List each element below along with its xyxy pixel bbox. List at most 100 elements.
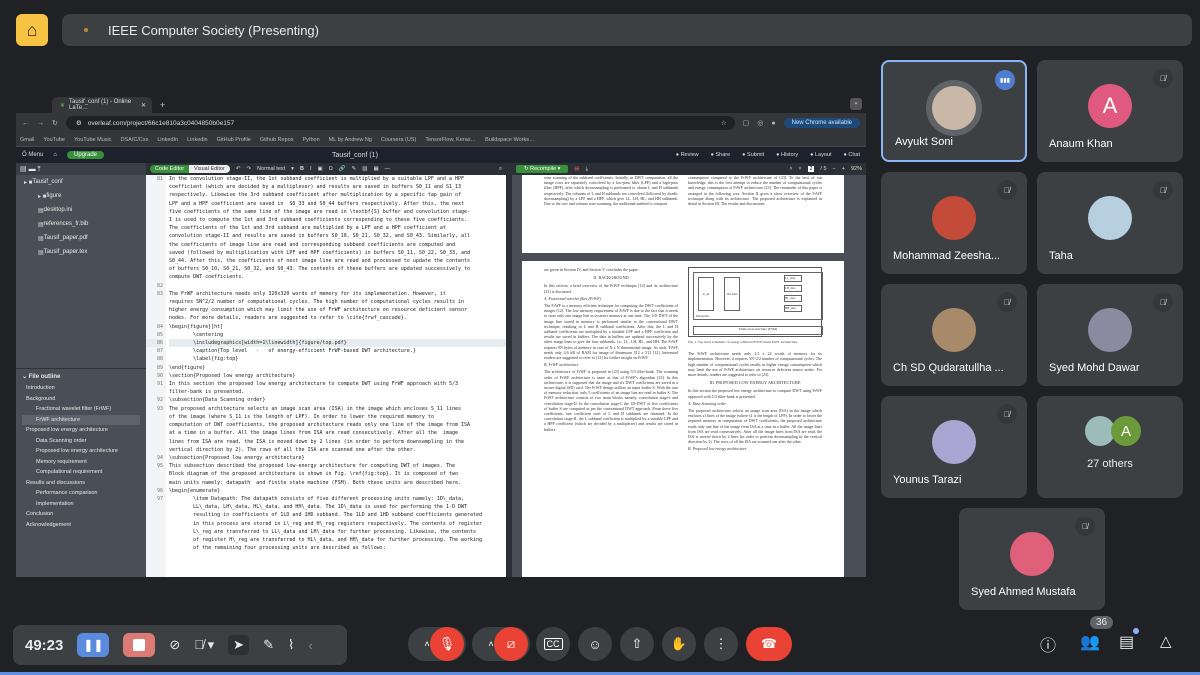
code-line[interactable]: LL\_data, LH\_data, HL\_data, and HH\_da… <box>169 503 506 511</box>
page-number-input[interactable]: 2 <box>807 166 815 172</box>
bookmark-item[interactable]: Gmail <box>20 137 34 143</box>
code-line[interactable]: of buffers S0_10, S0_21, S0_32, and S0_4… <box>169 265 506 273</box>
undo-icon[interactable]: ↶ <box>236 166 241 172</box>
download-pdf-icon[interactable]: ⤓ <box>586 166 588 173</box>
participant-tile[interactable]: A 27 others <box>1037 396 1183 498</box>
outline-item[interactable]: Proposed low energy architecture <box>22 446 140 457</box>
bookmark-star-icon[interactable]: ☆ <box>721 119 727 127</box>
forward-icon[interactable]: → <box>37 120 44 127</box>
outline-item[interactable]: Fractional wavelet filter (FrWF) <box>22 404 140 415</box>
outline-item[interactable]: Performance comparison <box>22 488 140 499</box>
stop-recording-button[interactable] <box>123 633 156 657</box>
outline-item[interactable]: Acknowledgement <box>22 520 140 531</box>
profile-avatar[interactable]: ● <box>771 120 775 127</box>
code-line[interactable]: \section{Proposed low energy architectur… <box>169 372 506 380</box>
microphone-toggle[interactable]: 🎙 <box>430 627 464 661</box>
code-line[interactable]: The FrWF architecture needs only 320x320… <box>169 290 506 298</box>
code-line[interactable]: L\_reg are transferred to LL\_data and L… <box>169 528 506 536</box>
code-line[interactable]: five coefficients of the same line of th… <box>169 208 506 216</box>
topbar-submit-button[interactable]: ● Submit <box>742 152 764 158</box>
code-line[interactable]: of the remaining four processing units a… <box>169 544 506 552</box>
chat-button[interactable]: ▤ <box>1119 632 1134 652</box>
code-area[interactable]: 81 82 83 84 85 86 87 88 89 90 91 92 93 94 95 96 97 … <box>146 175 506 577</box>
code-line[interactable]: at a time in a buffer. All the image lin… <box>169 429 506 437</box>
extension-icon[interactable]: ▢ <box>743 119 750 127</box>
code-line[interactable]: In the convolution stage-II, the 1st sub… <box>169 175 506 183</box>
outline-item[interactable]: Computational requirement <box>22 467 140 478</box>
topbar-review-button[interactable]: ● Review <box>676 152 699 158</box>
visual-editor-tab[interactable]: Visual Editor <box>189 165 230 173</box>
upload-icon[interactable]: ⤒ <box>38 166 41 173</box>
code-line[interactable]: compute DWT coefficients. <box>169 273 506 281</box>
end-call-button[interactable]: ☎ <box>746 627 792 661</box>
file-tree-item[interactable]: ▤ desktop.ini <box>16 203 146 217</box>
text-style-select[interactable]: Normal text <box>257 166 285 172</box>
math-icon[interactable]: ▣ <box>317 166 322 172</box>
project-title[interactable]: Tausif_conf (1) <box>332 152 378 159</box>
participant-tile[interactable]: Mohammad Zeesha... 🎙̸ <box>881 172 1027 274</box>
new-file-icon[interactable]: ▤ <box>20 166 27 173</box>
bookmark-item[interactable]: ML by Andrew Ng <box>329 137 372 143</box>
pointer-icon[interactable]: ➤ <box>228 635 250 655</box>
code-line[interactable]: \item Datapath: The datapath consists of… <box>169 495 506 503</box>
participant-tile[interactable]: A Anaum Khan 🎙̸ <box>1037 60 1183 162</box>
file-tree-item[interactable]: ▸ ■ Tausif_conf <box>16 175 146 189</box>
broom-icon[interactable]: ⌇ <box>288 637 294 653</box>
bookmark-item[interactable]: LinkedIn <box>157 137 178 143</box>
outline-item[interactable]: Background <box>22 394 140 405</box>
outline-item[interactable]: Memory requirement <box>22 457 140 468</box>
code-line[interactable]: main units namely: datapath and finite s… <box>169 479 506 487</box>
raise-hand-button[interactable]: ✋ <box>662 627 696 661</box>
code-line[interactable]: computation of DWT coefficients, the pro… <box>169 421 506 429</box>
code-line[interactable]: lines from ISA are read, the ISA is move… <box>169 438 506 446</box>
url-bar[interactable]: ⚙ overleaf.com/project/66c1e810a3c040485… <box>65 116 735 130</box>
italic-icon[interactable]: I <box>310 166 312 172</box>
participant-tile[interactable]: Syed Mohd Dawar 🎙̸ <box>1037 284 1183 386</box>
camera-toggle[interactable]: ⧄ <box>494 627 528 661</box>
file-tree-item[interactable]: ▤ references_fr.bib <box>16 217 146 231</box>
code-editor-tab[interactable]: Code Editor <box>150 165 190 173</box>
reload-icon[interactable]: ↻ <box>52 119 58 127</box>
zoom-out-icon[interactable]: − <box>833 166 836 172</box>
activities-button[interactable]: △ <box>1160 632 1172 650</box>
recompile-button[interactable]: ↻ Recompile ▾ <box>516 165 569 173</box>
code-line[interactable]: higher energy consumption which may limi… <box>169 306 506 314</box>
new-tab-icon[interactable]: + <box>160 100 165 110</box>
code-line[interactable]: filter-bank is presented. <box>169 388 506 396</box>
bookmark-item[interactable]: GitHub Profile <box>217 137 251 143</box>
topbar-history-button[interactable]: ● History <box>776 152 798 158</box>
back-icon[interactable]: ← <box>22 120 29 127</box>
camera-off-icon[interactable]: ⊘ <box>169 637 180 653</box>
outline-item[interactable]: Introduction <box>22 383 140 394</box>
code-line[interactable]: \centering <box>169 331 506 339</box>
code-line[interactable]: This subsection described the proposed l… <box>169 462 506 470</box>
redo-icon[interactable]: ↷ <box>246 166 251 172</box>
image-icon[interactable]: ▨ <box>362 166 367 172</box>
mic-off-icon[interactable]: 🎙̸ ▾ <box>194 637 214 653</box>
code-line[interactable]: the coefficients of image line are read … <box>169 241 506 249</box>
file-tree-item[interactable]: ▸ ■ figure <box>16 189 146 203</box>
extensions-puzzle-icon[interactable]: ◎ <box>757 119 763 127</box>
more-icon[interactable]: — <box>385 166 391 172</box>
code-line[interactable]: \label{fig:top} <box>169 355 506 363</box>
code-line[interactable]: I is used to compute the 1st and 3rd sub… <box>169 216 506 224</box>
bookmark-item[interactable]: YouTube <box>43 137 65 143</box>
tab-search-icon[interactable]: ⌄ <box>850 98 862 110</box>
code-line[interactable]: \subsection{Proposed low energy architec… <box>169 454 506 462</box>
file-tree-item[interactable]: ▤ Tausif_paper.tex <box>16 245 146 259</box>
prev-page-icon[interactable]: ˄ <box>789 166 792 172</box>
site-info-icon[interactable]: ⚙ <box>76 119 82 127</box>
zoom-level-select[interactable]: 92% <box>851 166 862 172</box>
bookmark-item[interactable]: YouTube Music <box>74 137 112 143</box>
outline-item[interactable]: Conclusion <box>22 509 140 520</box>
code-line[interactable]: \begin{enumerate} <box>169 487 506 495</box>
present-button[interactable]: ⇧ <box>620 627 654 661</box>
code-line[interactable]: S0_44. After this, the coefficients of n… <box>169 257 506 265</box>
code-line[interactable]: \includegraphics[width=1\linewidth]{figu… <box>169 339 506 348</box>
pen-icon[interactable]: ✎ <box>263 637 274 653</box>
link-icon[interactable]: 🔗 <box>339 166 346 172</box>
participant-tile[interactable]: Ch SD Qudaratullha ... 🎙̸ <box>881 284 1027 386</box>
code-line[interactable]: resulting in coefficients of 1LD and 1HD… <box>169 511 506 519</box>
menu-button[interactable]: Ő Menu <box>22 152 43 158</box>
outline-item[interactable]: Results and discussions <box>22 478 140 489</box>
